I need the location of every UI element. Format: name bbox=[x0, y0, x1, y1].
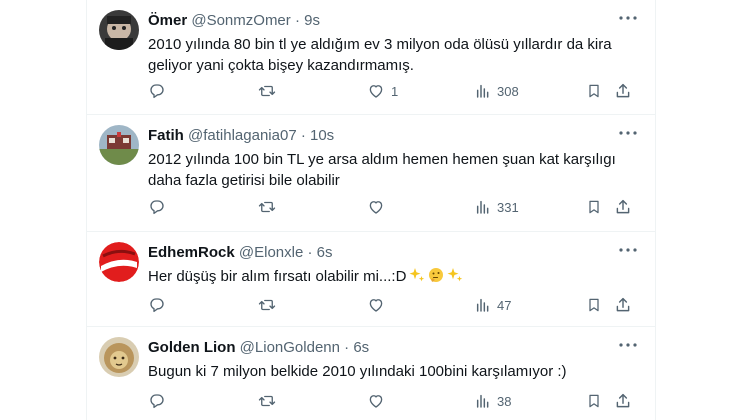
reply-button[interactable] bbox=[148, 293, 166, 317]
bookmark-icon bbox=[589, 84, 599, 98]
reply-icon bbox=[150, 394, 164, 409]
tweet-text: Bugun ki 7 milyon belkide 2010 yılındaki… bbox=[148, 363, 567, 380]
view-count: 47 bbox=[497, 297, 512, 313]
share-button[interactable] bbox=[614, 79, 632, 103]
share-button[interactable] bbox=[614, 195, 632, 219]
tweet-header: Golden Lion @LionGoldenn · 6s bbox=[148, 338, 369, 358]
view-count: 308 bbox=[497, 83, 519, 99]
tweet[interactable]: Fatih @fatihlagania07 · 10s 2012 yılında… bbox=[87, 115, 655, 232]
bookmark-button[interactable] bbox=[586, 389, 602, 413]
views-icon bbox=[476, 394, 489, 408]
avatar[interactable] bbox=[99, 10, 139, 50]
reply-button[interactable] bbox=[148, 195, 166, 219]
like-icon bbox=[369, 299, 383, 312]
retweet-button[interactable] bbox=[257, 293, 277, 317]
tweet-text-container: Her düşüş bir alım fırsatı olabilir mi..… bbox=[148, 266, 628, 289]
bookmark-icon bbox=[589, 298, 599, 312]
action-bar: 331 bbox=[142, 195, 637, 219]
bookmark-icon bbox=[589, 200, 599, 214]
retweet-button[interactable] bbox=[257, 389, 277, 413]
display-name[interactable]: Golden Lion bbox=[148, 339, 236, 356]
bookmark-button[interactable] bbox=[586, 79, 602, 103]
retweet-icon bbox=[258, 85, 276, 97]
views-icon bbox=[476, 200, 489, 214]
like-button[interactable] bbox=[367, 293, 391, 317]
timestamp[interactable]: 9s bbox=[304, 12, 320, 29]
user-handle[interactable]: @SonmzOmer bbox=[191, 12, 290, 29]
tweet-text: 2012 yılında 100 bin TL ye arsa aldım he… bbox=[148, 151, 616, 189]
more-icon[interactable] bbox=[617, 124, 639, 142]
bookmark-button[interactable] bbox=[586, 195, 602, 219]
like-icon bbox=[369, 201, 383, 214]
bookmark-button[interactable] bbox=[586, 293, 602, 317]
sparkles-emoji bbox=[409, 267, 425, 289]
display-name[interactable]: Fatih bbox=[148, 127, 184, 144]
view-count: 38 bbox=[497, 393, 512, 409]
views-button[interactable]: 331 bbox=[475, 195, 519, 219]
like-icon bbox=[369, 85, 383, 98]
separator: · bbox=[344, 339, 350, 356]
share-icon bbox=[616, 199, 630, 214]
separator: · bbox=[294, 12, 300, 29]
like-button[interactable] bbox=[367, 389, 391, 413]
separator: · bbox=[307, 244, 313, 261]
separator: · bbox=[300, 127, 306, 144]
share-icon bbox=[616, 393, 630, 408]
user-handle[interactable]: @Elonxle bbox=[239, 244, 303, 261]
bookmark-icon bbox=[589, 394, 599, 408]
more-icon[interactable] bbox=[617, 336, 639, 354]
tweet-header: Fatih @fatihlagania07 · 10s bbox=[148, 126, 334, 146]
retweet-icon bbox=[258, 201, 276, 213]
timeline-right-border bbox=[655, 0, 656, 420]
tweet[interactable]: EdhemRock @Elonxle · 6s Her düşüş bir al… bbox=[87, 232, 655, 327]
tweet-text: 2010 yılında 80 bin tl ye aldığım ev 3 m… bbox=[148, 36, 612, 74]
share-icon bbox=[616, 83, 630, 98]
timestamp[interactable]: 6s bbox=[353, 339, 369, 356]
tweet-text: Her düşüş bir alım fırsatı olabilir mi..… bbox=[148, 268, 407, 285]
views-button[interactable]: 308 bbox=[475, 79, 519, 103]
views-icon bbox=[476, 84, 489, 98]
retweet-button[interactable] bbox=[257, 195, 277, 219]
reply-icon bbox=[150, 84, 164, 99]
avatar[interactable] bbox=[99, 125, 139, 165]
retweet-button[interactable] bbox=[257, 79, 277, 103]
views-button[interactable]: 47 bbox=[475, 293, 511, 317]
action-bar: 47 bbox=[142, 293, 637, 317]
reply-icon bbox=[150, 200, 164, 215]
like-count: 1 bbox=[391, 83, 399, 99]
retweet-icon bbox=[258, 299, 276, 311]
sparkles-emoji bbox=[447, 267, 463, 289]
display-name[interactable]: EdhemRock bbox=[148, 244, 235, 261]
user-handle[interactable]: @fatihlagania07 bbox=[188, 127, 297, 144]
reply-icon bbox=[150, 298, 164, 313]
like-button[interactable] bbox=[367, 195, 391, 219]
tweet[interactable]: Golden Lion @LionGoldenn · 6s Bugun ki 7… bbox=[87, 327, 655, 420]
avatar[interactable] bbox=[99, 242, 139, 282]
display-name[interactable]: Ömer bbox=[148, 12, 187, 29]
reply-button[interactable] bbox=[148, 389, 166, 413]
tweet[interactable]: Ömer @SonmzOmer · 9s 2010 yılında 80 bin… bbox=[87, 0, 655, 115]
like-button[interactable]: 1 bbox=[367, 79, 398, 103]
share-button[interactable] bbox=[614, 293, 632, 317]
views-button[interactable]: 38 bbox=[475, 389, 511, 413]
views-icon bbox=[476, 298, 489, 312]
timestamp[interactable]: 6s bbox=[317, 244, 333, 261]
tweet-header: EdhemRock @Elonxle · 6s bbox=[148, 243, 333, 263]
more-icon[interactable] bbox=[617, 9, 639, 27]
like-icon bbox=[369, 395, 383, 408]
reply-button[interactable] bbox=[148, 79, 166, 103]
user-handle[interactable]: @LionGoldenn bbox=[240, 339, 340, 356]
tweet-header: Ömer @SonmzOmer · 9s bbox=[148, 11, 320, 31]
action-bar: 38 bbox=[142, 389, 637, 413]
share-icon bbox=[616, 297, 630, 312]
share-button[interactable] bbox=[614, 389, 632, 413]
more-icon[interactable] bbox=[617, 241, 639, 259]
timestamp[interactable]: 10s bbox=[310, 127, 334, 144]
avatar[interactable] bbox=[99, 337, 139, 377]
view-count: 331 bbox=[497, 199, 519, 215]
action-bar: 1 308 bbox=[142, 79, 637, 103]
retweet-icon bbox=[258, 395, 276, 407]
thinking-face-emoji bbox=[428, 267, 444, 289]
